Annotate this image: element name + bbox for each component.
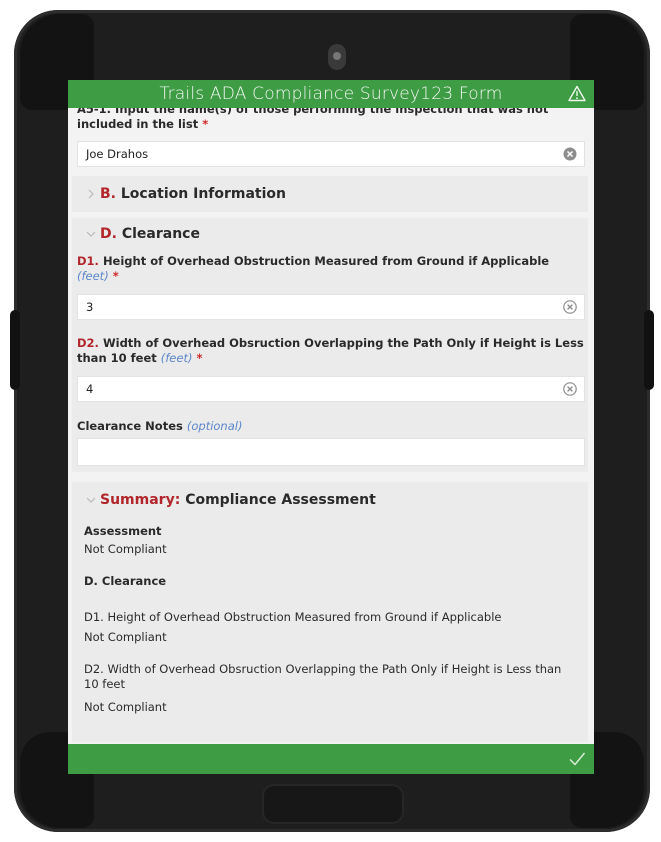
summary-section-title: D. Clearance — [84, 574, 167, 588]
section-b-title: Location Information — [120, 186, 287, 202]
summary-item-value: Not Compliant — [84, 700, 167, 714]
assessment-label: Assessment — [84, 524, 162, 538]
required-marker: * — [196, 351, 203, 365]
d2-code: D2. — [77, 336, 99, 350]
form-title: Trails ADA Compliance Survey123 Form — [159, 84, 503, 104]
a5-name-input[interactable]: Joe Drahos — [77, 141, 585, 167]
clearance-notes-label: Clearance Notes (optional) — [77, 419, 585, 434]
section-b-code: B. — [100, 186, 116, 202]
summary-code: Summary: — [100, 492, 181, 508]
checkmark-icon[interactable] — [568, 751, 586, 767]
notes-label-text: Clearance Notes — [77, 419, 183, 433]
camera-icon — [328, 44, 346, 70]
clear-icon[interactable] — [563, 147, 577, 161]
d2-question-label: D2. Width of Overhead Obsruction Overlap… — [77, 336, 585, 366]
form-scroll-area[interactable]: A5-1. Input the name(s) of those perform… — [68, 108, 594, 744]
a5-label-text: A5-1. Input the name(s) of those perform… — [77, 108, 549, 131]
d2-unit-hint: (feet) — [160, 351, 193, 365]
section-b-group[interactable]: B. Location Information — [72, 176, 588, 212]
warning-icon[interactable] — [568, 85, 586, 102]
d2-input-value: 4 — [86, 382, 94, 396]
section-d-title: Clearance — [121, 226, 200, 242]
summary-item-label: D1. Height of Overhead Obstruction Measu… — [84, 610, 502, 624]
summary-title: Compliance Assessment — [185, 492, 376, 508]
clear-icon[interactable] — [563, 382, 577, 396]
d1-height-input[interactable]: 3 — [77, 294, 585, 320]
d1-label-text: Height of Overhead Obstruction Measured … — [102, 254, 550, 268]
required-marker: * — [112, 269, 119, 283]
clearance-notes-input[interactable] — [77, 438, 585, 466]
summary-header[interactable]: Summary: Compliance Assessment — [86, 492, 376, 508]
section-d-header[interactable]: D. Clearance — [86, 226, 200, 242]
chevron-right-icon — [88, 189, 94, 199]
required-marker: * — [202, 117, 209, 131]
d1-input-value: 3 — [86, 300, 94, 314]
d2-label-text: Width of Overhead Obsruction Overlapping… — [77, 336, 584, 365]
d2-width-input[interactable]: 4 — [77, 376, 585, 402]
section-b-header[interactable]: B. Location Information — [86, 186, 286, 202]
notes-optional-hint: (optional) — [186, 419, 243, 433]
case-side-button — [644, 310, 654, 390]
chevron-down-icon — [86, 231, 96, 237]
section-d-code: D. — [100, 226, 117, 242]
a5-input-value: Joe Drahos — [86, 147, 149, 161]
home-button[interactable] — [262, 784, 404, 824]
d1-question-label: D1. Height of Overhead Obstruction Measu… — [77, 254, 585, 284]
title-bar: Trails ADA Compliance Survey123 Form — [68, 80, 594, 108]
summary-item-value: Not Compliant — [84, 630, 167, 644]
chevron-down-icon — [86, 497, 96, 503]
d1-unit-hint: (feet) — [77, 269, 109, 283]
assessment-value: Not Compliant — [84, 542, 167, 556]
a5-question-label: A5-1. Input the name(s) of those perform… — [77, 108, 585, 132]
clear-icon[interactable] — [563, 300, 577, 314]
bottom-bar — [68, 744, 594, 774]
app-screen: Trails ADA Compliance Survey123 Form A5-… — [68, 80, 594, 774]
summary-item-label: D2. Width of Overhead Obsruction Overlap… — [84, 662, 562, 691]
d1-code: D1. — [77, 254, 99, 268]
case-side-button — [10, 310, 20, 390]
